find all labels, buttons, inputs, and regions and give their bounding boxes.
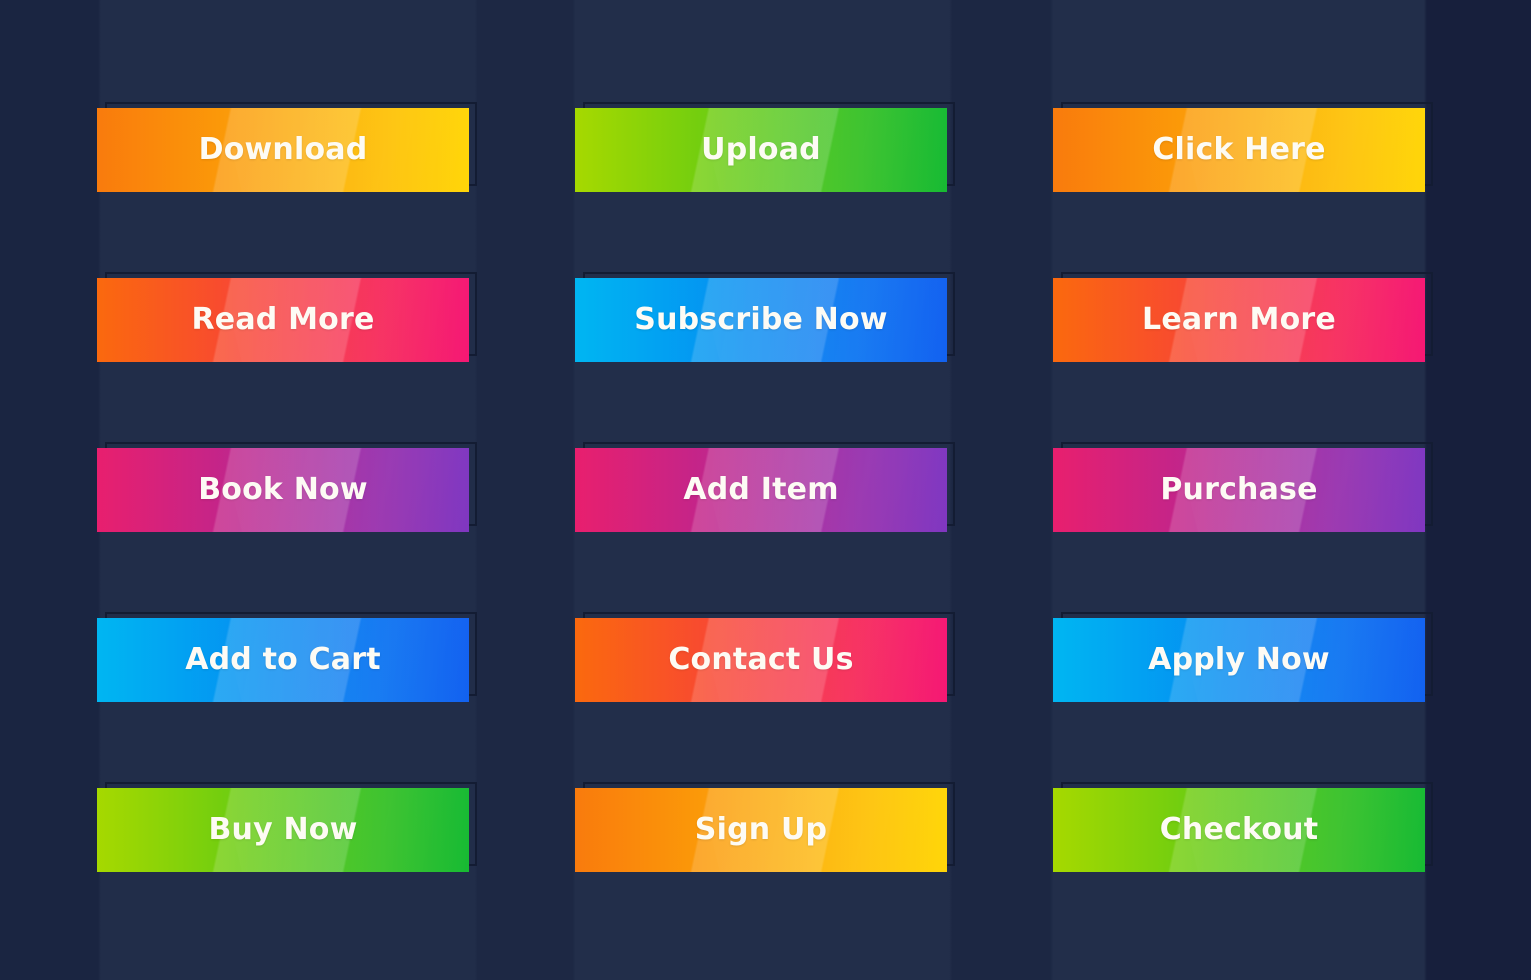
cta-button-download[interactable]: Download bbox=[97, 102, 477, 196]
button-label: Buy Now bbox=[208, 812, 358, 847]
button-set-canvas: Download Upload Click Here Read More Subscri… bbox=[0, 0, 1531, 980]
button-gradient-fill[interactable]: Read More bbox=[97, 278, 469, 362]
button-gradient-fill[interactable]: Checkout bbox=[1053, 788, 1425, 872]
button-label: Apply Now bbox=[1148, 642, 1330, 677]
button-grid: Download Upload Click Here Read More Subscri… bbox=[0, 0, 1531, 980]
cta-button-click-here[interactable]: Click Here bbox=[1053, 102, 1433, 196]
button-gradient-fill[interactable]: Learn More bbox=[1053, 278, 1425, 362]
button-gradient-fill[interactable]: Add Item bbox=[575, 448, 947, 532]
button-gradient-fill[interactable]: Book Now bbox=[97, 448, 469, 532]
button-label: Checkout bbox=[1159, 812, 1319, 847]
cta-button-subscribe-now[interactable]: Subscribe Now bbox=[575, 272, 955, 366]
cta-button-contact-us[interactable]: Contact Us bbox=[575, 612, 955, 706]
cta-button-apply-now[interactable]: Apply Now bbox=[1053, 612, 1433, 706]
cta-button-book-now[interactable]: Book Now bbox=[97, 442, 477, 536]
button-label: Purchase bbox=[1160, 472, 1318, 507]
cta-button-buy-now[interactable]: Buy Now bbox=[97, 782, 477, 876]
cta-button-add-item[interactable]: Add Item bbox=[575, 442, 955, 536]
button-gradient-fill[interactable]: Buy Now bbox=[97, 788, 469, 872]
button-label: Book Now bbox=[198, 472, 368, 507]
button-gradient-fill[interactable]: Purchase bbox=[1053, 448, 1425, 532]
cta-button-upload[interactable]: Upload bbox=[575, 102, 955, 196]
cta-button-purchase[interactable]: Purchase bbox=[1053, 442, 1433, 536]
button-gradient-fill[interactable]: Download bbox=[97, 108, 469, 192]
button-label: Contact Us bbox=[668, 642, 854, 677]
button-label: Read More bbox=[191, 302, 375, 337]
button-label: Add Item bbox=[683, 472, 839, 507]
button-gradient-fill[interactable]: Sign Up bbox=[575, 788, 947, 872]
button-label: Sign Up bbox=[694, 812, 828, 847]
button-gradient-fill[interactable]: Contact Us bbox=[575, 618, 947, 702]
cta-button-read-more[interactable]: Read More bbox=[97, 272, 477, 366]
button-label: Learn More bbox=[1142, 302, 1336, 337]
cta-button-checkout[interactable]: Checkout bbox=[1053, 782, 1433, 876]
button-gradient-fill[interactable]: Add to Cart bbox=[97, 618, 469, 702]
button-gradient-fill[interactable]: Upload bbox=[575, 108, 947, 192]
button-label: Upload bbox=[701, 132, 821, 167]
button-label: Download bbox=[198, 132, 368, 167]
button-label: Subscribe Now bbox=[634, 302, 888, 337]
button-gradient-fill[interactable]: Subscribe Now bbox=[575, 278, 947, 362]
cta-button-sign-up[interactable]: Sign Up bbox=[575, 782, 955, 876]
button-gradient-fill[interactable]: Click Here bbox=[1053, 108, 1425, 192]
button-label: Add to Cart bbox=[185, 642, 381, 677]
cta-button-learn-more[interactable]: Learn More bbox=[1053, 272, 1433, 366]
button-gradient-fill[interactable]: Apply Now bbox=[1053, 618, 1425, 702]
cta-button-add-to-cart[interactable]: Add to Cart bbox=[97, 612, 477, 706]
button-label: Click Here bbox=[1152, 132, 1326, 167]
